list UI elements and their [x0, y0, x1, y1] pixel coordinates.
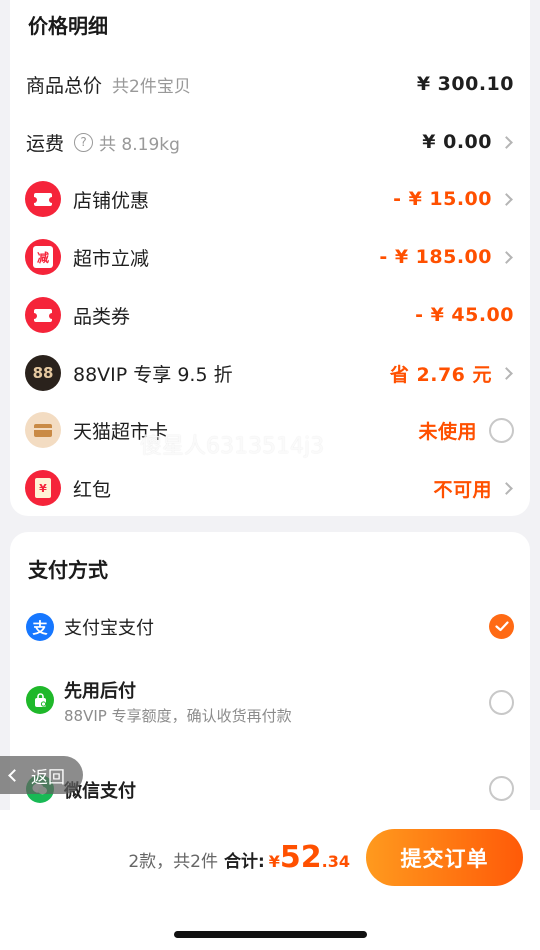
chevron-right-icon [500, 366, 513, 380]
coupon-icon [25, 181, 61, 217]
item-summary: 2款，共2件 [128, 852, 218, 872]
total-price-value: ¥ 300.10 [416, 73, 514, 95]
chevron-left-icon [8, 768, 21, 782]
shopping-bag-icon [26, 686, 54, 714]
pay-later-label: 先用后付 [64, 681, 136, 702]
order-summary: 2款，共2件 合计: ¥ 52 .34 [128, 840, 350, 875]
item-count: 共2件宝贝 [112, 76, 191, 97]
category-coupon-row: 品类券 - ¥ 45.00 [10, 290, 530, 340]
store-discount-row[interactable]: 店铺优惠 - ¥ 15.00 [10, 174, 530, 224]
payment-method-title: 支付方式 [28, 558, 108, 582]
help-icon[interactable]: ? [74, 132, 94, 152]
watermark: 傻星人6313514j3 [140, 434, 325, 459]
reduce-icon: 减 [25, 239, 61, 275]
total-amount-integer: 52 [279, 840, 322, 875]
red-packet-value: 不可用 [433, 478, 492, 501]
pay-later-radio[interactable] [489, 690, 514, 715]
red-packet-label: 红包 [73, 478, 112, 501]
pay-later-description: 88VIP 专享额度，确认收货再付款 [64, 707, 292, 725]
pay-later-option[interactable]: 先用后付 88VIP 专享额度，确认收货再付款 [10, 674, 530, 730]
shipping-label: 运费 [26, 132, 65, 155]
market-discount-row[interactable]: 减 超市立减 - ¥ 185.00 [10, 232, 530, 282]
alipay-radio-checked[interactable] [489, 614, 514, 639]
shipping-value: ¥ 0.00 [422, 131, 492, 153]
category-coupon-value: - ¥ 45.00 [415, 304, 514, 326]
card-icon [25, 412, 61, 448]
coupon-icon [25, 297, 61, 333]
price-details-title: 价格明细 [28, 14, 108, 38]
back-button[interactable]: 返回 [0, 756, 83, 794]
vip-88-icon: 88 [25, 355, 61, 391]
wechat-pay-option[interactable]: 微信支付 [10, 772, 530, 806]
wechat-pay-radio[interactable] [489, 776, 514, 801]
vip-discount-row[interactable]: 88 88VIP 专享 9.5 折 省 2.76 元 [10, 348, 530, 398]
total-amount-decimal: .34 [321, 852, 350, 871]
vip-discount-value: 省 2.76 元 [389, 363, 492, 386]
alipay-icon: 支 [26, 613, 54, 641]
home-indicator [174, 931, 367, 938]
red-packet-row[interactable]: ¥ 红包 不可用 [10, 463, 530, 513]
currency-symbol: ¥ [268, 852, 280, 871]
shipping-weight: 共 8.19kg [99, 134, 180, 155]
total-price-row: 商品总价 共2件宝贝 ¥ 300.10 [10, 59, 530, 109]
chevron-right-icon [500, 135, 513, 149]
tmall-card-value: 未使用 [418, 420, 477, 443]
alipay-option[interactable]: 支 支付宝支付 [10, 610, 530, 644]
market-discount-label: 超市立减 [73, 247, 150, 270]
total-price-label: 商品总价 [26, 74, 103, 97]
tmall-card-radio[interactable] [489, 417, 514, 443]
vip-discount-label: 88VIP 专享 9.5 折 [73, 363, 233, 386]
chevron-right-icon [500, 192, 513, 206]
alipay-label: 支付宝支付 [64, 618, 154, 639]
back-label: 返回 [31, 767, 65, 788]
store-discount-value: - ¥ 15.00 [393, 188, 492, 210]
store-discount-label: 店铺优惠 [73, 189, 150, 212]
shipping-row[interactable]: 运费 ? 共 8.19kg ¥ 0.00 [10, 117, 530, 167]
category-coupon-label: 品类券 [73, 305, 131, 328]
submit-order-button[interactable]: 提交订单 [366, 829, 523, 886]
chevron-right-icon [500, 250, 513, 264]
chevron-right-icon [500, 481, 513, 495]
total-label: 合计: [223, 852, 265, 872]
red-packet-icon: ¥ [25, 470, 61, 506]
market-discount-value: - ¥ 185.00 [379, 246, 492, 268]
